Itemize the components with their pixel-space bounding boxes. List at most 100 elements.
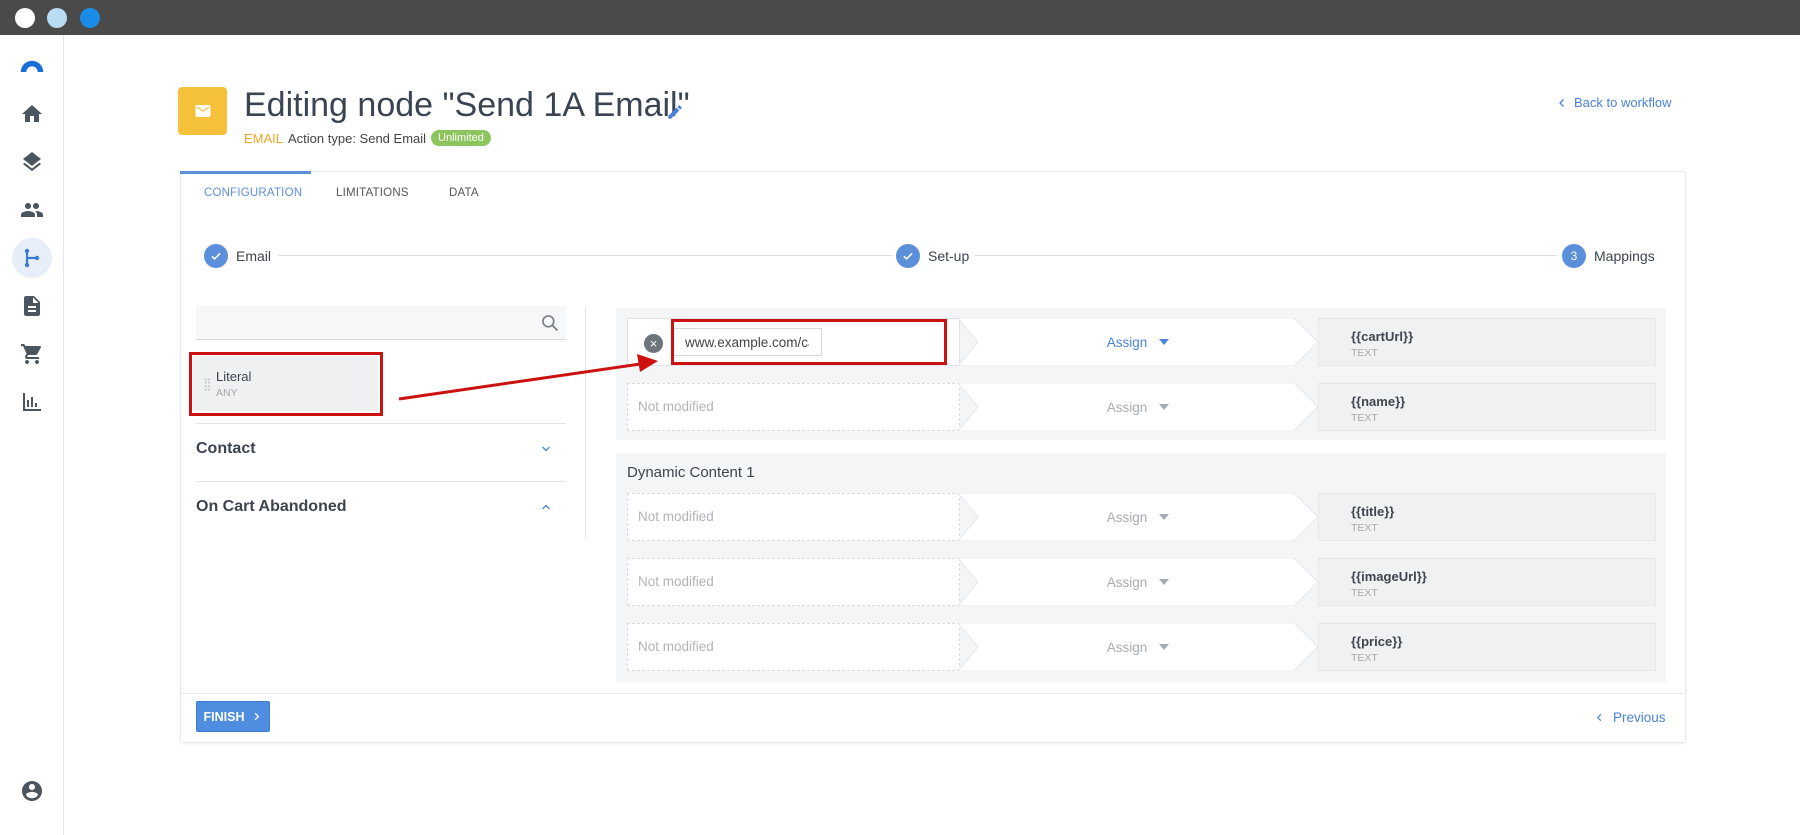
mapping-row-image-url: Not modified Assign {{imageUrl}} TEXT bbox=[627, 558, 1656, 606]
divider bbox=[196, 423, 566, 424]
target-type: TEXT bbox=[1351, 522, 1378, 534]
mapping-source-dropzone[interactable]: Not modified bbox=[627, 623, 960, 671]
sidebar bbox=[0, 35, 64, 835]
layers-icon[interactable] bbox=[12, 142, 52, 182]
annotation-highlight-literal bbox=[189, 352, 383, 416]
step-mappings-number: 3 bbox=[1562, 244, 1586, 268]
home-icon[interactable] bbox=[12, 94, 52, 134]
assign-dropdown[interactable]: Assign bbox=[958, 318, 1318, 366]
back-to-workflow-label: Back to workflow bbox=[1574, 95, 1672, 110]
mapping-source-dropzone[interactable]: Not modified bbox=[627, 383, 960, 431]
step-connector bbox=[278, 255, 893, 256]
target-variable: {{price}} bbox=[1351, 634, 1403, 649]
mapping-source-dropzone[interactable]: Not modified bbox=[627, 493, 960, 541]
back-to-workflow-link[interactable]: Back to workflow bbox=[1556, 95, 1672, 110]
target-type: TEXT bbox=[1351, 587, 1378, 599]
field-search-input[interactable] bbox=[196, 306, 566, 340]
assign-dropdown[interactable]: Assign bbox=[958, 383, 1318, 431]
tab-limitations[interactable]: LIMITATIONS bbox=[336, 187, 409, 199]
tab-data[interactable]: DATA bbox=[449, 187, 479, 199]
chart-icon[interactable] bbox=[12, 382, 52, 422]
target-variable: {{title}} bbox=[1351, 504, 1395, 519]
source-placeholder: Not modified bbox=[638, 509, 714, 524]
source-placeholder: Not modified bbox=[638, 399, 714, 414]
step-setup-check-icon bbox=[896, 244, 920, 268]
mapping-row-title: Not modified Assign {{title}} TEXT bbox=[627, 493, 1656, 541]
source-placeholder: Not modified bbox=[638, 639, 714, 654]
assign-dropdown[interactable]: Assign bbox=[958, 623, 1318, 671]
step-email-label: Email bbox=[236, 248, 272, 264]
section-contact[interactable]: Contact bbox=[196, 440, 256, 458]
search-icon[interactable] bbox=[540, 313, 560, 333]
assign-label: Assign bbox=[1106, 509, 1148, 525]
mapping-action: Assign bbox=[958, 558, 1318, 606]
window-minimize-dot[interactable] bbox=[47, 8, 67, 28]
logo-icon[interactable] bbox=[12, 47, 52, 87]
chevron-left-icon bbox=[1596, 713, 1602, 722]
chevron-down-icon[interactable] bbox=[540, 443, 552, 455]
assign-label: Assign bbox=[1106, 399, 1148, 415]
mapping-target: {{name}} TEXT bbox=[1318, 383, 1656, 431]
step-connector bbox=[975, 255, 1557, 256]
caret-down-icon bbox=[1159, 514, 1170, 520]
step-mappings-label: Mappings bbox=[1594, 248, 1655, 264]
target-variable: {{imageUrl}} bbox=[1351, 569, 1427, 584]
mapping-row-name: Not modified Assign {{name}} TEXT bbox=[627, 383, 1656, 431]
assign-label: Assign bbox=[1106, 574, 1148, 590]
unlimited-badge: Unlimited bbox=[431, 130, 491, 146]
mapping-action: Assign bbox=[958, 493, 1318, 541]
account-icon[interactable] bbox=[12, 771, 52, 811]
window-maximize-dot[interactable] bbox=[80, 8, 100, 28]
previous-label: Previous bbox=[1613, 710, 1666, 725]
target-variable: {{name}} bbox=[1351, 394, 1406, 409]
clear-icon[interactable]: × bbox=[644, 334, 663, 353]
assign-label: Assign bbox=[1106, 639, 1148, 655]
annotation-highlight-value bbox=[671, 319, 947, 365]
mapping-source-dropzone[interactable]: Not modified bbox=[627, 558, 960, 606]
mapping-row-price: Not modified Assign {{price}} TEXT bbox=[627, 623, 1656, 671]
target-type: TEXT bbox=[1351, 412, 1378, 424]
caret-down-icon bbox=[1159, 579, 1170, 585]
target-type: TEXT bbox=[1351, 652, 1378, 664]
contacts-icon[interactable] bbox=[12, 190, 52, 230]
source-placeholder: Not modified bbox=[638, 574, 714, 589]
edit-pencil-icon[interactable] bbox=[666, 103, 684, 121]
page-title: Editing node "Send 1A Email" bbox=[244, 86, 690, 124]
node-type-tag: EMAIL bbox=[244, 130, 284, 146]
step-setup-label: Set-up bbox=[928, 248, 970, 264]
previous-button[interactable]: Previous bbox=[1594, 710, 1666, 725]
chevron-right-icon bbox=[255, 712, 260, 721]
panel-separator bbox=[585, 307, 586, 539]
node-subtitle: EMAIL Action type: Send Email Unlimited bbox=[244, 130, 491, 146]
section-on-cart-abandoned[interactable]: On Cart Abandoned bbox=[196, 498, 347, 516]
finish-button[interactable]: FINISH bbox=[196, 701, 270, 732]
action-type-label: Action type: Send Email bbox=[288, 130, 427, 146]
card-footer-divider bbox=[180, 693, 1684, 694]
divider bbox=[196, 481, 566, 482]
step-email-check-icon bbox=[204, 244, 228, 268]
target-variable: {{cartUrl}} bbox=[1351, 329, 1414, 344]
window-titlebar bbox=[0, 0, 1800, 35]
caret-down-icon bbox=[1159, 404, 1170, 410]
chevron-left-icon bbox=[1559, 98, 1564, 107]
assign-label: Assign bbox=[1106, 334, 1148, 350]
finish-label: FINISH bbox=[203, 709, 245, 724]
cart-icon[interactable] bbox=[12, 334, 52, 374]
email-node-icon bbox=[178, 87, 227, 135]
caret-down-icon bbox=[1159, 339, 1170, 345]
mapping-target: {{price}} TEXT bbox=[1318, 623, 1656, 671]
active-tab-indicator bbox=[180, 171, 311, 174]
mapping-target: {{imageUrl}} TEXT bbox=[1318, 558, 1656, 606]
assign-dropdown[interactable]: Assign bbox=[958, 558, 1318, 606]
caret-down-icon bbox=[1159, 644, 1170, 650]
mapping-action: Assign bbox=[958, 318, 1318, 366]
workflow-icon[interactable] bbox=[12, 238, 52, 278]
tab-configuration[interactable]: CONFIGURATION bbox=[204, 187, 302, 199]
mapping-action: Assign bbox=[958, 623, 1318, 671]
assign-dropdown[interactable]: Assign bbox=[958, 493, 1318, 541]
window-close-dot[interactable] bbox=[15, 8, 35, 28]
dynamic-content-title: Dynamic Content 1 bbox=[627, 464, 755, 481]
chevron-up-icon[interactable] bbox=[540, 501, 552, 513]
mapping-action: Assign bbox=[958, 383, 1318, 431]
document-icon[interactable] bbox=[12, 286, 52, 326]
